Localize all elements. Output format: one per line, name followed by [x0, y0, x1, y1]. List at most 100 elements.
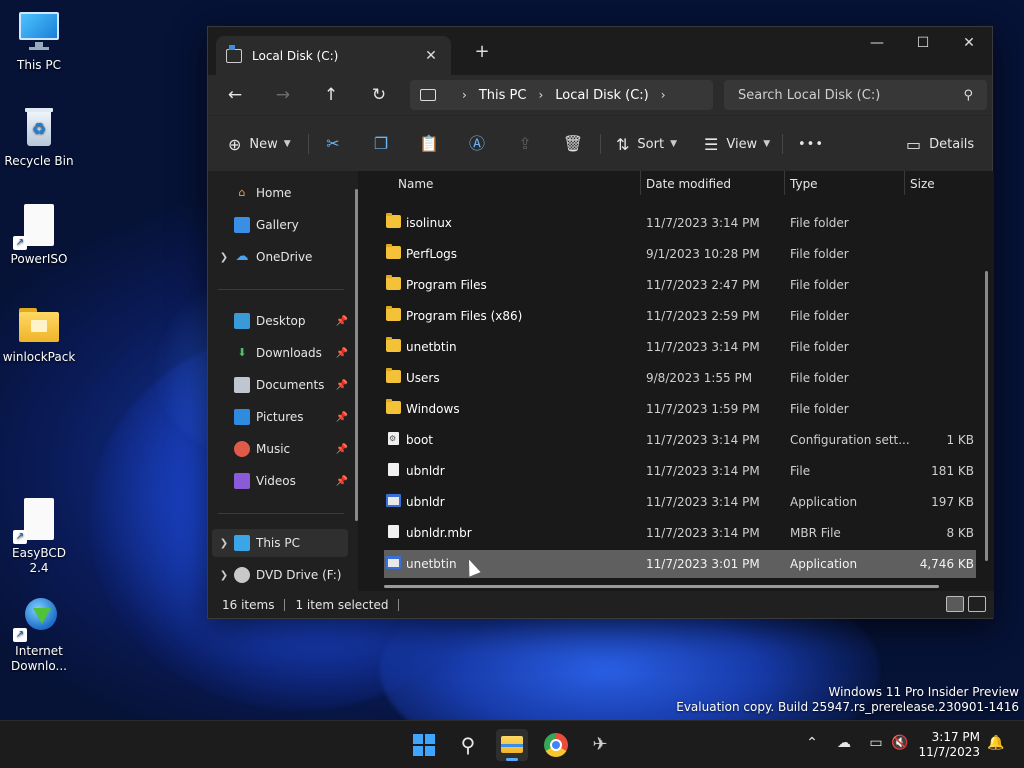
- file-type: MBR File: [790, 526, 841, 540]
- file-date-modified: 9/1/2023 10:28 PM: [646, 247, 760, 261]
- tab-close-button[interactable]: ✕: [421, 48, 441, 64]
- tiles-view-icon[interactable]: [968, 596, 986, 612]
- application-icon: [386, 556, 401, 569]
- file-row[interactable]: Users 9/8/2023 1:55 PM File folder: [384, 364, 976, 392]
- network-icon[interactable]: ▭: [866, 735, 886, 751]
- new-button[interactable]: ⊕ New ▼: [228, 132, 291, 156]
- horizontal-scrollbar[interactable]: [384, 585, 939, 588]
- tab-local-disk[interactable]: Local Disk (C:) ✕: [216, 36, 451, 75]
- up-button[interactable]: ↑: [318, 83, 344, 107]
- nav-item-documents[interactable]: Documents 📌: [208, 371, 348, 399]
- delete-icon[interactable]: 🗑: [559, 132, 587, 156]
- rename-icon[interactable]: Ⓐ: [463, 132, 491, 156]
- file-type: File folder: [790, 216, 849, 230]
- forward-button[interactable]: →: [270, 83, 296, 107]
- taskbar: ⚲ ✈ ⌃ ☁ ▭ 🔇 3:17 PM 11/7/2023 🔔: [0, 720, 1024, 768]
- chevron-right-icon[interactable]: ❯: [214, 570, 234, 581]
- details-view-icon[interactable]: [946, 596, 964, 612]
- column-divider[interactable]: [904, 171, 905, 195]
- watermark-line: Windows 11 Pro Insider Preview: [828, 685, 1019, 699]
- show-hidden-icons-chevron-icon[interactable]: ⌃: [802, 735, 822, 751]
- view-button[interactable]: ☰ View ▼: [704, 132, 770, 156]
- desktop-icon-poweriso[interactable]: ↗ PowerISO: [1, 204, 77, 267]
- nav-item-music[interactable]: Music 📌: [208, 435, 348, 463]
- desktop-icon-recycle-bin[interactable]: ♻ Recycle Bin: [1, 106, 77, 169]
- app-taskbar-icon[interactable]: ✈: [584, 729, 616, 761]
- nav-item-onedrive[interactable]: ❯ ☁ OneDrive: [208, 243, 348, 271]
- back-button[interactable]: ←: [222, 83, 248, 107]
- nav-item-gallery[interactable]: Gallery: [208, 211, 348, 239]
- paste-icon[interactable]: 📋: [415, 132, 443, 156]
- breadcrumb-this-pc[interactable]: This PC: [479, 88, 527, 103]
- cloud-offline-icon[interactable]: ☁: [834, 735, 854, 751]
- file-type: File folder: [790, 309, 849, 323]
- more-options-button[interactable]: •••: [798, 132, 824, 156]
- new-tab-button[interactable]: +: [470, 41, 494, 62]
- nav-item-label: Documents: [256, 378, 325, 392]
- start-button[interactable]: [408, 729, 440, 761]
- nav-item-pictures[interactable]: Pictures 📌: [208, 403, 348, 431]
- address-bar[interactable]: › This PC › Local Disk (C:) ›: [410, 80, 713, 110]
- file-row[interactable]: ubnldr 11/7/2023 3:14 PM File 181 KB: [384, 457, 976, 485]
- file-row[interactable]: ubnldr 11/7/2023 3:14 PM Application 197 KB: [384, 488, 976, 516]
- minimize-button[interactable]: —: [854, 31, 900, 55]
- details-label: Details: [929, 136, 975, 152]
- refresh-button[interactable]: ↻: [366, 83, 392, 107]
- column-divider[interactable]: [640, 171, 641, 195]
- maximize-button[interactable]: ☐: [900, 31, 946, 55]
- clock[interactable]: 3:17 PM 11/7/2023: [918, 730, 980, 760]
- close-button[interactable]: ✕: [946, 31, 992, 55]
- breadcrumb-chevron-icon[interactable]: ›: [661, 88, 666, 102]
- nav-item-dvd-drive[interactable]: ❯ DVD Drive (F:) sł: [208, 561, 348, 589]
- desktop-icon-internet-download[interactable]: ↗ Internet Downlo...: [1, 596, 77, 674]
- file-row[interactable]: ubnldr.mbr 11/7/2023 3:14 PM MBR File 8 KB: [384, 519, 976, 547]
- nav-item-label: Gallery: [256, 218, 299, 232]
- column-divider[interactable]: [784, 171, 785, 195]
- chevron-right-icon[interactable]: ❯: [214, 538, 234, 549]
- column-size[interactable]: Size: [910, 177, 935, 191]
- details-pane-button[interactable]: ▭ Details: [906, 132, 974, 156]
- file-row[interactable]: isolinux 11/7/2023 3:14 PM File folder: [384, 209, 976, 237]
- file-explorer-taskbar-icon[interactable]: [496, 729, 528, 761]
- column-name[interactable]: Name: [398, 177, 433, 191]
- shortcut-arrow-icon: ↗: [13, 530, 27, 544]
- breadcrumb-local-disk[interactable]: Local Disk (C:): [555, 88, 648, 103]
- cut-icon[interactable]: ✂: [319, 132, 347, 156]
- copy-icon[interactable]: ❐: [367, 132, 395, 156]
- chevron-right-icon[interactable]: ❯: [214, 252, 234, 263]
- nav-pane-scrollbar[interactable]: [355, 189, 358, 521]
- desktop-icon-this-pc[interactable]: This PC: [1, 10, 77, 73]
- nav-item-desktop[interactable]: Desktop 📌: [208, 307, 348, 335]
- file-list: ⌃ Name Date modified Type Size isolinux 1…: [366, 171, 994, 593]
- chrome-taskbar-icon[interactable]: [540, 729, 572, 761]
- vertical-scrollbar[interactable]: [985, 271, 988, 561]
- disc-icon: [234, 567, 250, 583]
- notification-bell-icon[interactable]: 🔔: [986, 735, 1006, 751]
- details-pane-icon: ▭: [906, 134, 922, 154]
- search-taskbar-icon[interactable]: ⚲: [452, 729, 484, 761]
- nav-item-home[interactable]: ⌂ Home: [208, 179, 348, 207]
- desktop-icon-easybcd[interactable]: ↗ EasyBCD 2.4: [1, 498, 77, 576]
- nav-item-downloads[interactable]: ⬇ Downloads 📌: [208, 339, 348, 367]
- file-row[interactable]: Program Files (x86) 11/7/2023 2:59 PM File…: [384, 302, 976, 330]
- volume-muted-icon[interactable]: 🔇: [890, 735, 910, 751]
- file-name: Windows: [406, 402, 460, 416]
- share-icon[interactable]: ⇪: [511, 132, 539, 156]
- file-explorer-window[interactable]: Local Disk (C:) ✕ + — ☐ ✕ ← → ↑ ↻ › This…: [207, 26, 994, 619]
- sort-button[interactable]: ⇅ Sort ▼: [616, 132, 677, 156]
- file-row[interactable]: Program Files 11/7/2023 2:47 PM File folde…: [384, 271, 976, 299]
- file-type: File folder: [790, 371, 849, 385]
- search-input[interactable]: Search Local Disk (C:) ⚲: [724, 80, 987, 110]
- desktop-icon-winlockpack[interactable]: winlockPack: [1, 302, 77, 365]
- column-date-modified[interactable]: Date modified: [646, 177, 731, 191]
- file-row[interactable]: Windows 11/7/2023 1:59 PM File folder: [384, 395, 976, 423]
- file-row[interactable]: unetbtin 11/7/2023 3:14 PM File folder: [384, 333, 976, 361]
- breadcrumb-chevron-icon[interactable]: ›: [538, 88, 543, 102]
- nav-item-this-pc[interactable]: ❯ This PC: [212, 529, 348, 557]
- file-row[interactable]: PerfLogs 9/1/2023 10:28 PM File folder: [384, 240, 976, 268]
- nav-item-videos[interactable]: Videos 📌: [208, 467, 348, 495]
- column-type[interactable]: Type: [790, 177, 818, 191]
- column-header: ⌃ Name Date modified Type Size: [366, 171, 994, 195]
- file-size: 8 KB: [946, 526, 974, 540]
- file-row[interactable]: boot 11/7/2023 3:14 PM Configuration sett.…: [384, 426, 976, 454]
